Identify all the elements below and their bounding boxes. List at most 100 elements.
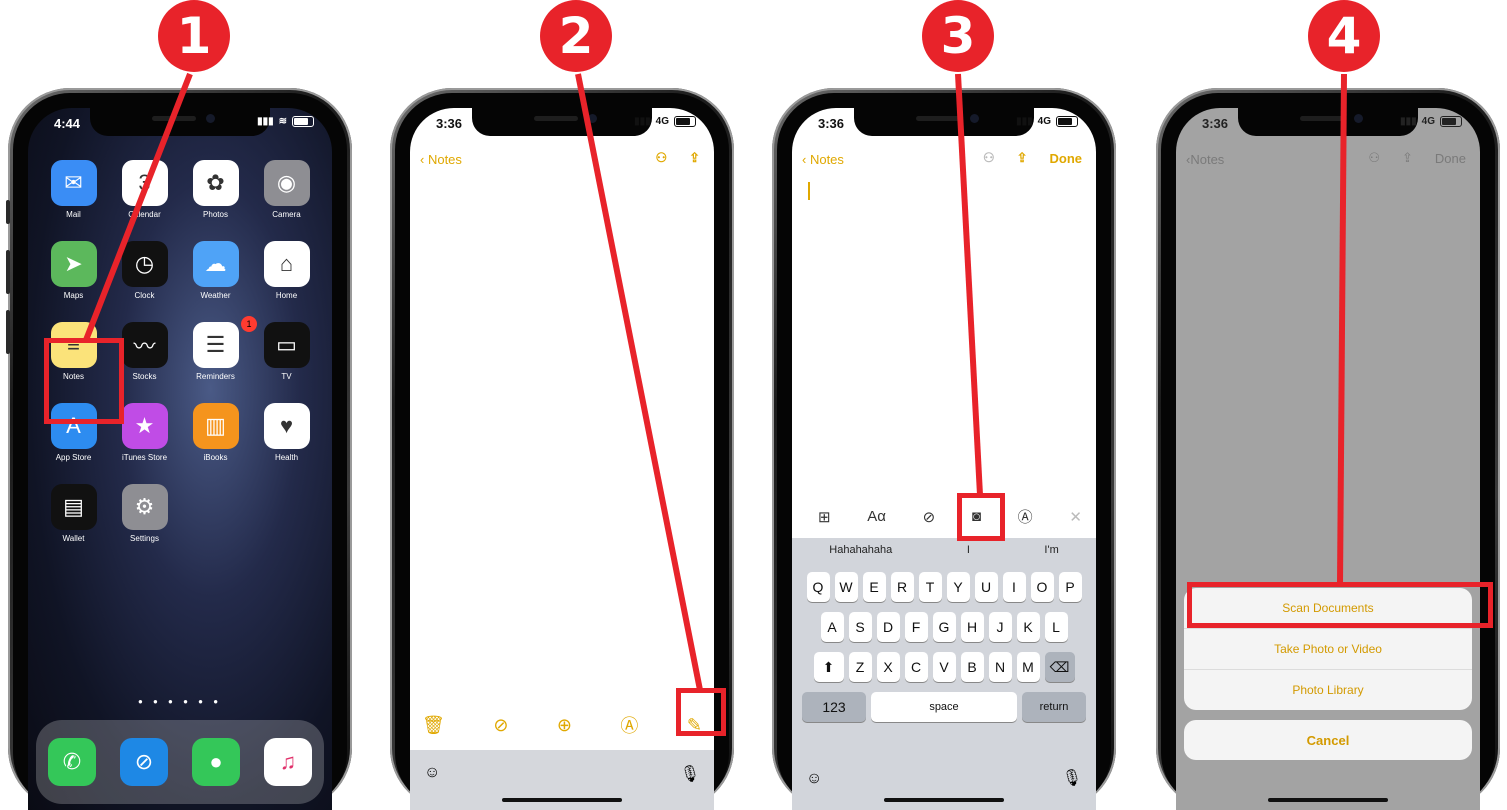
battery-icon — [674, 116, 696, 127]
suggestion[interactable]: I'm — [1044, 544, 1058, 556]
add-icon[interactable]: ⊕ — [557, 715, 572, 736]
key[interactable]: J — [988, 612, 1012, 642]
key[interactable]: L — [1044, 612, 1068, 642]
app-label: iTunes Store — [121, 453, 168, 462]
emoji-icon[interactable]: ☺ — [806, 770, 822, 788]
key[interactable]: I — [1002, 572, 1026, 602]
emoji-icon[interactable]: ☺ — [424, 764, 440, 782]
app-label: Mail — [66, 210, 81, 219]
app-reminders[interactable]: ☰ 1 Reminders — [180, 316, 257, 381]
dock: ✆ ⊘ ● ♫ — [36, 720, 324, 804]
back-button[interactable]: ‹ Notes — [802, 152, 844, 167]
messages-icon[interactable]: ● — [192, 738, 240, 786]
photo-library-option[interactable]: Photo Library — [1184, 670, 1472, 710]
chevron-left-icon: ‹ — [802, 152, 810, 167]
chevron-left-icon: ‹ — [420, 152, 428, 167]
settings-icon: ⚙ — [121, 484, 168, 530]
numbers-key[interactable]: 123 — [802, 692, 866, 722]
app-health[interactable]: ♥ Health — [251, 403, 322, 462]
health-icon: ♥ — [263, 403, 310, 449]
app-label: App Store — [55, 453, 92, 462]
trash-icon[interactable]: 🗑 — [422, 715, 445, 736]
battery-icon — [292, 116, 314, 127]
app-wallet[interactable]: ▤ Wallet — [38, 484, 109, 543]
delete-key[interactable]: ⌫ — [1044, 652, 1075, 682]
app-maps[interactable]: ➤ Maps — [38, 241, 109, 300]
nav-bar: ‹ Notes ⚇ ⇪ — [420, 148, 700, 172]
checklist-icon[interactable]: ⊘ — [493, 715, 508, 736]
key[interactable]: V — [932, 652, 956, 682]
key[interactable]: A — [820, 612, 844, 642]
app-ibooks[interactable]: ▥ iBooks — [180, 403, 251, 462]
app-label: Home — [275, 291, 298, 300]
key[interactable]: P — [1058, 572, 1082, 602]
app-settings[interactable]: ⚙ Settings — [109, 484, 180, 543]
tv-icon: ▭ — [263, 322, 310, 368]
take-photo-option[interactable]: Take Photo or Video — [1184, 629, 1472, 670]
maps-icon: ➤ — [50, 241, 97, 287]
key[interactable]: M — [1016, 652, 1040, 682]
key[interactable]: C — [904, 652, 928, 682]
done-button[interactable]: Done — [1435, 151, 1466, 166]
app-photos[interactable]: ✿ Photos — [180, 160, 251, 219]
markup-icon[interactable]: Ⓐ — [620, 712, 638, 738]
key[interactable]: F — [904, 612, 928, 642]
camera-icon: ◉ — [263, 160, 310, 206]
app-tv[interactable]: ▭ TV — [251, 322, 322, 381]
status-time: 3:36 — [1202, 116, 1229, 131]
app-clock[interactable]: ◷ Clock — [109, 241, 180, 300]
share-icon[interactable]: ⇪ — [689, 150, 700, 166]
suggestion[interactable]: Hahahahaha — [829, 544, 892, 556]
key[interactable]: R — [890, 572, 914, 602]
step-badge-4: 4 — [1308, 0, 1380, 72]
back-button[interactable]: ‹ Notes — [420, 152, 462, 167]
key[interactable]: B — [960, 652, 984, 682]
add-person-icon[interactable]: ⚇ — [655, 150, 667, 166]
checklist-icon[interactable]: ⊘ — [923, 508, 936, 526]
app-mail[interactable]: ✉ Mail — [38, 160, 109, 219]
key[interactable]: G — [932, 612, 956, 642]
key[interactable]: Z — [848, 652, 872, 682]
table-icon[interactable]: ⊞ — [818, 508, 831, 526]
signal-icon: ▮▮▮ — [1016, 116, 1033, 127]
key[interactable]: D — [876, 612, 900, 642]
key[interactable]: S — [848, 612, 872, 642]
key[interactable]: U — [974, 572, 998, 602]
microphone-icon[interactable]: 🎙 — [680, 764, 700, 784]
key[interactable]: E — [862, 572, 886, 602]
markup-icon[interactable]: Ⓐ — [1018, 506, 1033, 527]
shift-key[interactable]: ⬆ — [813, 652, 844, 682]
cancel-button[interactable]: Cancel — [1184, 720, 1472, 760]
close-icon[interactable]: ✕ — [1069, 508, 1082, 526]
app-home[interactable]: ⌂ Home — [251, 241, 322, 300]
back-button[interactable]: ‹Notes — [1186, 152, 1224, 167]
microphone-icon[interactable]: 🎙 — [1062, 768, 1082, 788]
share-icon: ⇪ — [1402, 150, 1413, 165]
done-button[interactable]: Done — [1050, 151, 1083, 166]
key[interactable]: N — [988, 652, 1012, 682]
key[interactable]: W — [834, 572, 858, 602]
app-calendar[interactable]: 3 Calendar — [109, 160, 180, 219]
app-camera[interactable]: ◉ Camera — [251, 160, 322, 219]
format-text-button[interactable]: Aα — [867, 508, 886, 525]
key[interactable]: X — [876, 652, 900, 682]
key[interactable]: T — [918, 572, 942, 602]
space-key[interactable]: space — [871, 692, 1017, 722]
return-key[interactable]: return — [1022, 692, 1086, 722]
key[interactable]: Y — [946, 572, 970, 602]
app-weather[interactable]: ☁ Weather — [180, 241, 251, 300]
safari-icon[interactable]: ⊘ — [120, 738, 168, 786]
suggestion[interactable]: I — [967, 544, 970, 556]
key[interactable]: O — [1030, 572, 1054, 602]
status-bar: 3:36 ▮▮▮ 4G — [1202, 114, 1462, 134]
key[interactable]: Q — [806, 572, 830, 602]
add-person-icon[interactable]: ⚇ — [983, 150, 995, 166]
key[interactable]: H — [960, 612, 984, 642]
music-icon[interactable]: ♫ — [264, 738, 312, 786]
highlight-scan-documents — [1187, 582, 1493, 628]
phone-icon[interactable]: ✆ — [48, 738, 96, 786]
share-icon[interactable]: ⇪ — [1017, 150, 1028, 166]
page-dots: ● ● ● ● ● ● — [137, 697, 223, 706]
key[interactable]: K — [1016, 612, 1040, 642]
status-bar: 3:36 ▮▮▮ 4G — [818, 114, 1078, 134]
